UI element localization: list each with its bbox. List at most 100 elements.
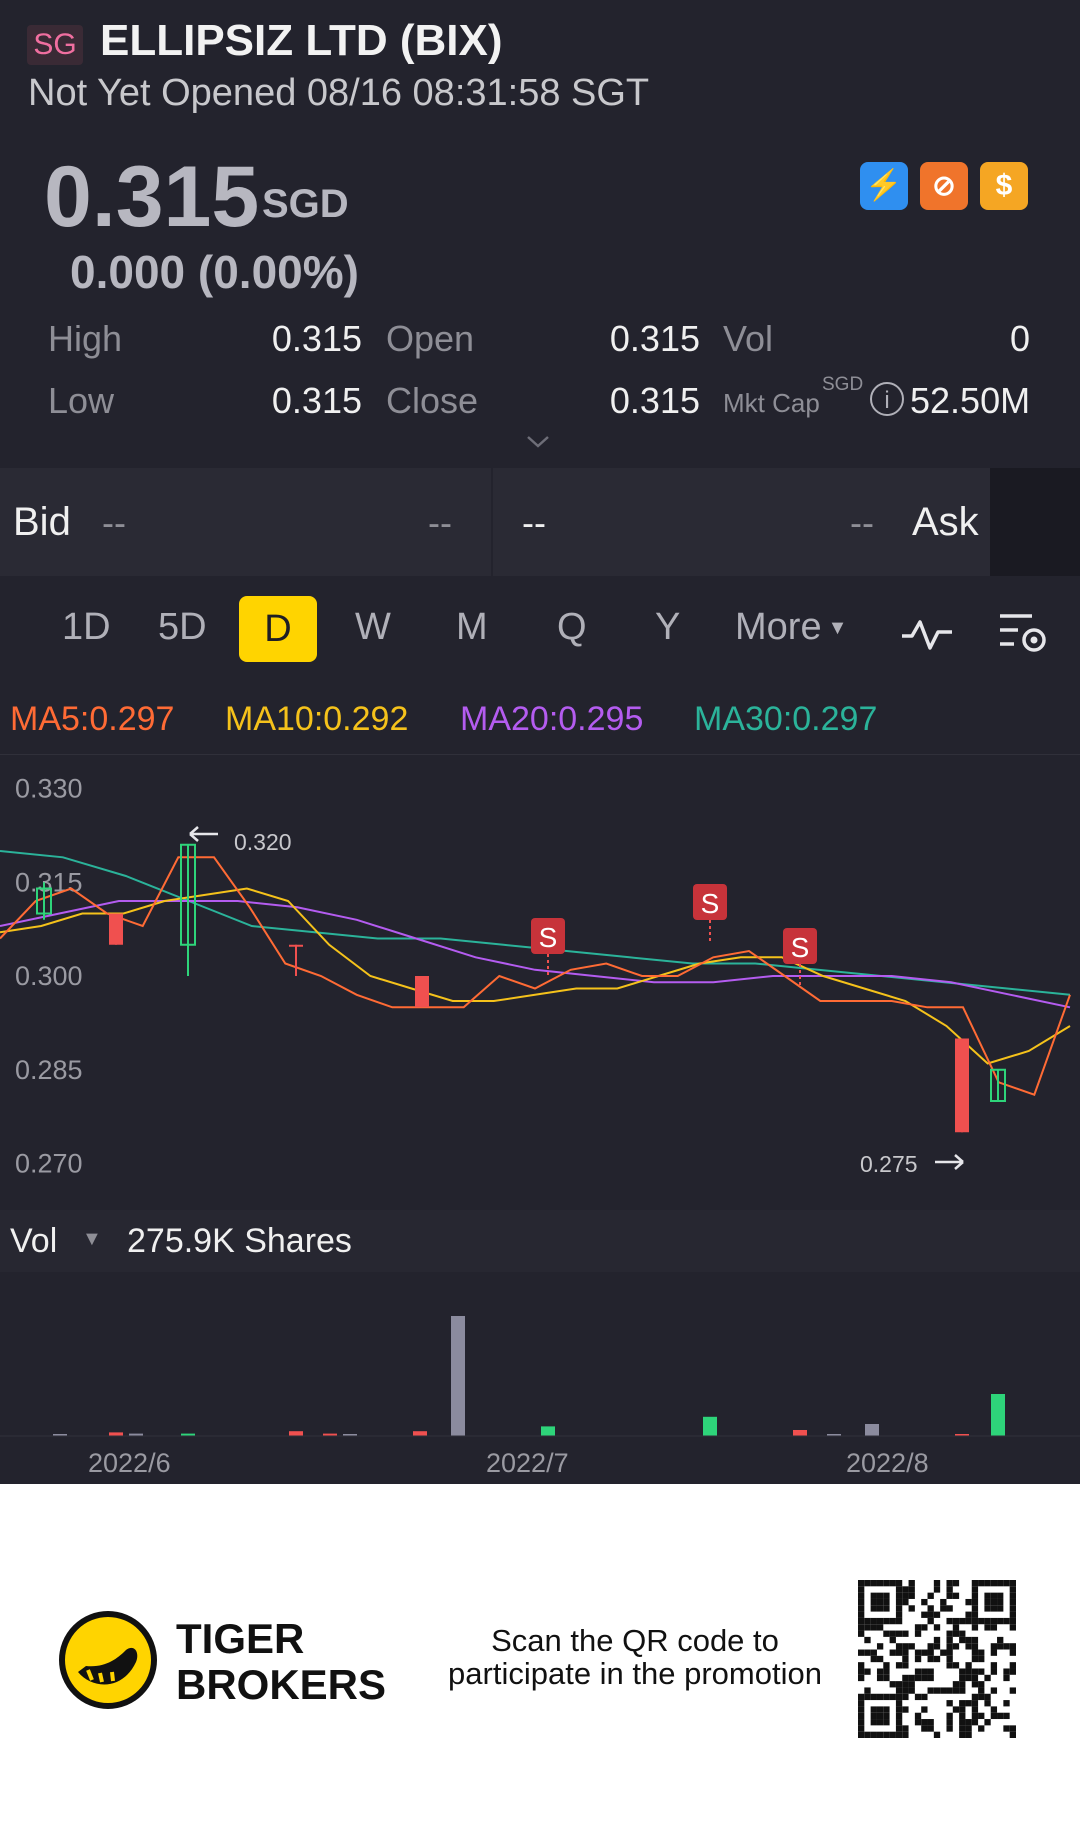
qr-module — [959, 1687, 966, 1694]
qr-module — [959, 1668, 966, 1675]
volume-bar — [109, 1432, 123, 1436]
close-label: Close — [386, 380, 479, 421]
qr-module — [902, 1592, 909, 1599]
dollar-icon[interactable]: $ — [980, 162, 1028, 210]
qr-module — [978, 1668, 985, 1675]
y-tick-label: 0.300 — [15, 961, 83, 991]
candle-body — [289, 944, 303, 947]
more-label: More — [735, 606, 822, 648]
period-tabs: 1D 5D W M Q Y More ▼ — [0, 576, 1080, 686]
qr-module — [952, 1624, 960, 1631]
qr-module — [876, 1668, 884, 1675]
sell-signal-label: S — [791, 932, 810, 963]
qr-module — [895, 1598, 903, 1606]
more-button[interactable]: More ▼ — [735, 606, 847, 649]
info-icon[interactable]: i — [870, 382, 904, 416]
qr-module — [965, 1636, 972, 1644]
qr-module — [952, 1630, 960, 1637]
qr-module — [914, 1668, 922, 1675]
qr-module — [1009, 1668, 1016, 1675]
tab-w[interactable]: W — [355, 606, 391, 649]
qr-module — [914, 1655, 922, 1663]
qr-module — [864, 1580, 871, 1587]
qr-module — [984, 1592, 991, 1599]
ma10-line — [0, 887, 1071, 1065]
qr-module — [876, 1719, 884, 1726]
price-currency: SGD — [262, 182, 349, 226]
volume-caret-icon[interactable]: ▼ — [82, 1228, 102, 1251]
tab-m[interactable]: M — [456, 606, 488, 649]
qr-module — [927, 1643, 934, 1650]
qr-module — [883, 1605, 890, 1612]
qr-module — [889, 1630, 896, 1637]
qr-module — [965, 1611, 972, 1618]
qr-module — [921, 1624, 928, 1631]
qr-code[interactable] — [858, 1580, 1016, 1738]
qr-module — [858, 1719, 865, 1726]
qr-module — [858, 1598, 865, 1606]
sell-signal-label: S — [701, 888, 720, 919]
x-tick-label: 2022/7 — [486, 1448, 569, 1478]
qr-module — [883, 1598, 890, 1606]
candle-body — [415, 976, 429, 1008]
qr-module — [883, 1592, 890, 1599]
qr-module — [952, 1643, 960, 1650]
qr-module — [1009, 1592, 1016, 1599]
qr-module — [870, 1712, 877, 1720]
qr-module — [965, 1674, 972, 1682]
low-label: Low — [48, 380, 115, 421]
x-tick-label: 2022/8 — [846, 1448, 929, 1478]
qr-module — [1003, 1712, 1010, 1720]
tab-y[interactable]: Y — [655, 606, 680, 649]
qr-module — [946, 1636, 953, 1644]
qr-module — [876, 1706, 884, 1713]
quote-header: SG ELLIPSIZ LTD (BIX) Not Yet Opened 08/… — [0, 0, 1080, 468]
qr-module — [927, 1605, 934, 1612]
qr-module — [914, 1630, 922, 1637]
bid-size: -- — [428, 502, 452, 543]
low-mark-label: 0.275 — [860, 1151, 918, 1177]
qr-module — [1009, 1731, 1016, 1738]
qr-module — [946, 1586, 953, 1593]
qr-module — [933, 1586, 941, 1593]
qr-module — [940, 1605, 947, 1612]
chevron-down-icon[interactable] — [526, 430, 550, 454]
volume-chart[interactable]: 2022/6 2022/7 2022/8 — [0, 1272, 1080, 1482]
qr-module — [927, 1674, 934, 1682]
tab-d[interactable]: D — [239, 596, 317, 662]
tab-5d[interactable]: 5D — [158, 606, 207, 649]
indicator-icon[interactable] — [900, 614, 954, 654]
qr-module — [876, 1693, 884, 1701]
qr-module — [902, 1687, 909, 1694]
qr-module — [971, 1655, 979, 1663]
qr-module — [921, 1706, 928, 1713]
volume-header[interactable]: Vol ▼ 275.9K Shares — [0, 1210, 1080, 1272]
qr-module — [908, 1586, 915, 1593]
qr-module — [914, 1674, 922, 1682]
qr-module — [883, 1706, 890, 1713]
qr-module — [1003, 1668, 1010, 1675]
chart-settings-icon[interactable] — [996, 608, 1050, 658]
tab-q[interactable]: Q — [557, 606, 587, 649]
qr-module — [952, 1592, 960, 1599]
kline-chart[interactable]: 0.330 0.315 0.300 0.285 0.270 0.320 0.275 S S S — [0, 756, 1080, 1210]
no-short-icon[interactable]: ⊘ — [920, 162, 968, 210]
price-change: 0.000 (0.00%) — [70, 246, 359, 298]
qr-module — [971, 1580, 979, 1587]
volume-bar — [793, 1430, 807, 1436]
qr-module — [876, 1598, 884, 1606]
orderbook-bar: Bid -- -- -- -- Ask — [0, 468, 990, 576]
qr-module — [965, 1643, 972, 1650]
high-mark-label: 0.320 — [234, 829, 292, 855]
qr-module — [933, 1731, 941, 1738]
qr-module — [933, 1624, 941, 1631]
qr-module — [971, 1636, 979, 1644]
lightning-level-icon[interactable]: ⚡ — [860, 162, 908, 210]
qr-module — [990, 1649, 998, 1656]
tab-1d[interactable]: 1D — [62, 606, 111, 649]
qr-module — [902, 1630, 909, 1637]
qr-module — [959, 1719, 966, 1726]
qr-module — [883, 1662, 890, 1669]
qr-module — [1003, 1580, 1010, 1587]
qr-module — [1009, 1624, 1016, 1631]
